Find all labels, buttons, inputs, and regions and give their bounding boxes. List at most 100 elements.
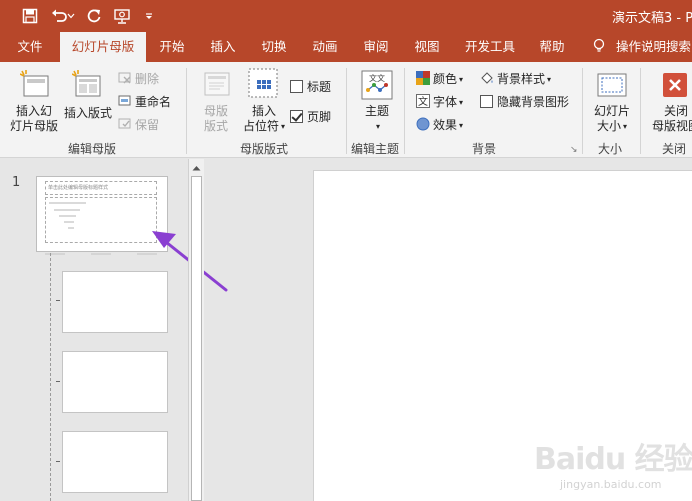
- fonts-icon: 文: [416, 94, 430, 108]
- fonts-button[interactable]: 文字体 ▾: [416, 93, 463, 110]
- insert-slide-master-label-2: 灯片母版: [9, 119, 58, 133]
- preserve-button[interactable]: 保留: [118, 116, 159, 133]
- footer-checkbox-label: 页脚: [307, 110, 332, 124]
- slide-size-label-2: 大小: [596, 119, 621, 133]
- master-title-placeholder: 单击此处编辑母版标题样式: [45, 181, 157, 195]
- themes-label: 主题: [364, 104, 389, 118]
- scrollbar-thumb[interactable]: [191, 176, 202, 501]
- slide-size-icon[interactable]: [596, 70, 628, 103]
- insert-placeholder-label-1: 插入: [251, 104, 276, 118]
- master-layout-icon[interactable]: [202, 70, 232, 101]
- insert-slide-master-icon[interactable]: [19, 70, 50, 101]
- svg-text:文文: 文文: [369, 73, 385, 83]
- colors-button[interactable]: 颜色 ▾: [416, 70, 463, 87]
- themes-button[interactable]: 主题 ▾: [358, 104, 396, 134]
- master-layout-label-1: 母版: [203, 104, 228, 118]
- customize-qat-icon[interactable]: [142, 6, 156, 26]
- lightbulb-icon: [593, 38, 605, 52]
- group-label-master-layout: 母版版式: [240, 142, 289, 156]
- tree-tick: [56, 381, 60, 382]
- background-styles-button[interactable]: 背景样式 ▾: [480, 70, 551, 87]
- undo-dropdown-icon[interactable]: [66, 6, 76, 26]
- hide-background-graphics-label: 隐藏背景图形: [497, 95, 570, 109]
- group-separator: [186, 68, 187, 154]
- delete-button[interactable]: 删除: [118, 70, 159, 87]
- chevron-down-icon: ▾: [623, 122, 628, 131]
- rename-icon: [118, 95, 131, 106]
- preserve-icon: [118, 118, 131, 129]
- watermark-logo: Baidu 经验: [534, 442, 692, 477]
- group-label-background: 背景: [472, 142, 497, 156]
- slide-size-button[interactable]: 幻灯片 大小 ▾: [588, 104, 636, 134]
- effects-button[interactable]: 效果 ▾: [416, 116, 463, 133]
- tab-review[interactable]: 审阅: [356, 32, 396, 62]
- chevron-down-icon: ▾: [547, 75, 552, 84]
- chevron-down-icon: ▾: [459, 75, 464, 84]
- title-checkbox[interactable]: 标题: [290, 78, 331, 95]
- tab-transitions[interactable]: 切换: [254, 32, 294, 62]
- footer-checkbox-box[interactable]: [290, 110, 303, 123]
- redo-icon[interactable]: [84, 6, 104, 26]
- master-layout-label-2: 版式: [203, 119, 228, 133]
- scroll-up-arrow-icon[interactable]: [189, 161, 204, 175]
- preserve-label: 保留: [135, 118, 160, 132]
- group-separator: [640, 68, 641, 154]
- chevron-down-icon: ▾: [375, 122, 380, 131]
- title-checkbox-box[interactable]: [290, 80, 303, 93]
- delete-label: 删除: [135, 72, 160, 86]
- close-master-view-label-2: 母版视图: [651, 119, 692, 133]
- chevron-down-icon: ▾: [459, 121, 464, 130]
- group-separator: [404, 68, 405, 154]
- tell-me-label: 操作说明搜索: [616, 39, 692, 54]
- slide-size-label-1: 幻灯片: [593, 104, 630, 118]
- background-styles-label: 背景样式: [497, 72, 546, 86]
- tab-insert[interactable]: 插入: [203, 32, 243, 62]
- chevron-down-icon: ▾: [459, 98, 464, 107]
- group-label-edit-master: 编辑母版: [68, 142, 117, 156]
- tab-animations[interactable]: 动画: [305, 32, 345, 62]
- colors-label: 颜色: [433, 72, 458, 86]
- rename-button[interactable]: 重命名: [118, 93, 171, 110]
- effects-icon: [416, 117, 430, 131]
- insert-placeholder-icon[interactable]: [248, 68, 278, 103]
- close-master-view-icon[interactable]: [662, 72, 688, 101]
- layout-thumbnail-2[interactable]: [62, 351, 168, 413]
- close-master-view-button[interactable]: 关闭 母版视图: [648, 104, 692, 134]
- colors-icon: [416, 71, 430, 85]
- delete-slide-icon: [118, 72, 131, 84]
- fonts-label: 字体: [433, 95, 458, 109]
- ribbon-tabs: 文件 幻灯片母版 开始 插入 切换 动画 审阅 视图 开发工具 帮助 操作说明搜…: [0, 32, 692, 62]
- effects-label: 效果: [433, 118, 458, 132]
- tell-me-search[interactable]: 操作说明搜索: [592, 32, 691, 62]
- dialog-launcher-icon[interactable]: ↘: [570, 145, 578, 155]
- tab-developer[interactable]: 开发工具: [458, 32, 522, 62]
- tab-view[interactable]: 视图: [407, 32, 447, 62]
- insert-slide-master-button[interactable]: 插入幻 灯片母版: [6, 104, 62, 134]
- tab-help[interactable]: 帮助: [532, 32, 572, 62]
- insert-placeholder-label-2: 占位符: [242, 119, 279, 133]
- hide-background-graphics-box[interactable]: [480, 95, 493, 108]
- insert-layout-icon[interactable]: [71, 70, 102, 101]
- tab-file[interactable]: 文件: [8, 32, 52, 62]
- thumbnail-scrollbar[interactable]: [188, 159, 204, 501]
- start-from-beginning-icon[interactable]: [112, 6, 132, 26]
- footer-checkbox[interactable]: 页脚: [290, 108, 331, 125]
- insert-placeholder-button[interactable]: 插入 占位符 ▾: [238, 104, 290, 134]
- tree-tick: [56, 461, 60, 462]
- save-icon[interactable]: [20, 6, 40, 26]
- title-checkbox-label: 标题: [307, 80, 332, 94]
- slide-number: 1: [12, 175, 21, 190]
- insert-layout-button[interactable]: 插入版式: [64, 104, 112, 121]
- chevron-down-icon: ▾: [281, 122, 286, 131]
- group-separator: [582, 68, 583, 154]
- close-master-view-label-1: 关闭: [663, 104, 688, 118]
- themes-icon[interactable]: 文文: [361, 70, 393, 103]
- layout-thumbnail-3[interactable]: [62, 431, 168, 493]
- tab-home[interactable]: 开始: [152, 32, 192, 62]
- master-layout-button[interactable]: 母版 版式: [196, 104, 236, 134]
- hide-background-graphics-checkbox[interactable]: 隐藏背景图形: [480, 93, 569, 110]
- group-label-size: 大小: [598, 142, 623, 156]
- tab-slide-master[interactable]: 幻灯片母版: [60, 32, 146, 62]
- baidu-jingyan-watermark: Baidu 经验 jingyan.baidu.com: [530, 432, 692, 498]
- svg-text:文: 文: [418, 95, 428, 108]
